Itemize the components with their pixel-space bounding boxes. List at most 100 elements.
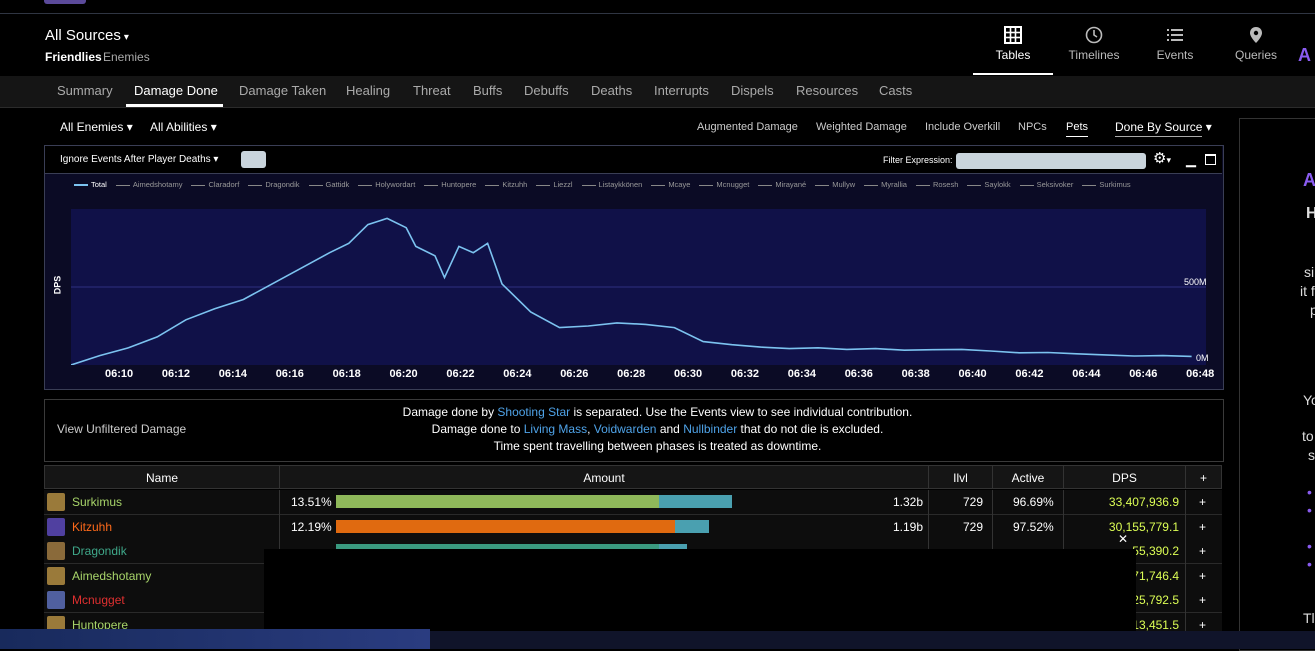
abilities-dropdown[interactable]: All Abilities ▾ [150, 120, 217, 134]
legend-item[interactable]: Liezzl [536, 178, 573, 191]
expand-row-button[interactable]: + [1199, 520, 1206, 534]
class-icon [47, 566, 65, 585]
expand-row-button[interactable]: + [1199, 569, 1206, 583]
tab-interrupts[interactable]: Interrupts [654, 83, 709, 98]
player-name[interactable]: Dragondik [72, 544, 127, 558]
tab-casts[interactable]: Casts [879, 83, 912, 98]
legend-item[interactable]: Mcaye [651, 178, 690, 191]
player-name[interactable]: Surkimus [72, 495, 122, 509]
tab-threat[interactable]: Threat [413, 83, 451, 98]
x-tick-label: 06:42 [1015, 368, 1044, 380]
filter-expression-label: Filter Expression: [883, 155, 953, 165]
table-row[interactable]: Kitzuhh 12.19% 1.19b 729 97.52% 30,155,779.1 + [44, 514, 1222, 540]
legend-item[interactable]: Kitzuhh [485, 178, 527, 191]
legend-item[interactable]: Holywordart [358, 178, 415, 191]
legend-item[interactable]: Claradorf [191, 178, 239, 191]
column-header-ilvl[interactable]: Ilvl [928, 465, 993, 489]
x-tick-label: 06:36 [844, 368, 873, 380]
tab-resources[interactable]: Resources [796, 83, 858, 98]
side-panel-text: Tl [1303, 610, 1315, 626]
legend-label: Dragondik [265, 180, 300, 189]
tab-damage-taken[interactable]: Damage Taken [239, 83, 326, 98]
player-name[interactable]: Mcnugget [72, 593, 125, 607]
dps-plot[interactable] [71, 209, 1206, 365]
abilities-dropdown-label: All Abilities [150, 120, 208, 134]
friendlies-toggle[interactable]: Friendlies [45, 50, 102, 64]
legend-label: Claradorf [208, 180, 240, 189]
legend-swatch [1019, 184, 1034, 186]
nav-events[interactable]: Events [1135, 14, 1215, 74]
legend-item[interactable]: Dragondik [248, 178, 300, 191]
legend-item[interactable]: Mcnugget [699, 178, 749, 191]
legend-item[interactable]: Aimedshotamy [115, 178, 182, 191]
option-weighted-damage[interactable]: Weighted Damage [816, 121, 907, 133]
column-header-name[interactable]: Name [44, 465, 280, 489]
minimize-icon[interactable]: ▁ [1186, 152, 1196, 168]
expand-row-button[interactable]: + [1199, 495, 1206, 509]
brand-logo-icon[interactable]: A [1298, 45, 1311, 66]
filter-expression-input[interactable] [956, 153, 1146, 169]
column-header-amount[interactable]: Amount [279, 465, 929, 489]
npc-link[interactable]: Voidwarden [594, 422, 657, 436]
pet-amount-bar [659, 495, 732, 508]
expand-row-button[interactable]: + [1199, 544, 1206, 558]
tab-buffs[interactable]: Buffs [473, 83, 502, 98]
nav-timelines[interactable]: Timelines [1054, 14, 1134, 74]
column-header-active[interactable]: Active [992, 465, 1064, 489]
side-panel [1239, 118, 1315, 651]
tab-dispels[interactable]: Dispels [731, 83, 774, 98]
x-tick-label: 06:46 [1129, 368, 1158, 380]
tab-summary[interactable]: Summary [57, 83, 113, 98]
player-name[interactable]: Aimedshotamy [72, 569, 151, 583]
legend-item[interactable]: Surkimus [1082, 178, 1131, 191]
notice-text: that do not die is excluded. [737, 422, 884, 436]
legend-item[interactable]: Myrallia [864, 178, 907, 191]
amount-bar [336, 519, 675, 533]
ignore-deaths-dropdown[interactable]: Ignore Events After Player Deaths ▾ [60, 154, 218, 165]
legend-item[interactable]: Seksivoker [1019, 178, 1073, 191]
legend-item[interactable]: Mirayané [758, 178, 806, 191]
legend-label: Listaykkönen [598, 180, 643, 189]
table-row[interactable]: Surkimus 13.51% 1.32b 729 96.69% 33,407,936.9… [44, 490, 1222, 515]
site-logo[interactable] [44, 0, 86, 4]
x-tick-label: 06:18 [332, 368, 361, 380]
legend-item[interactable]: Total [74, 178, 107, 191]
legend-item[interactable]: Saylokk [967, 178, 1011, 191]
tab-healing[interactable]: Healing [346, 83, 390, 98]
legend-item[interactable]: Gattidk [308, 178, 349, 191]
class-icon [47, 591, 65, 610]
column-header-dps[interactable]: DPS [1063, 465, 1186, 489]
close-icon[interactable]: ✕ [1118, 532, 1128, 546]
nav-tables[interactable]: Tables [973, 14, 1053, 75]
tab-damage-done[interactable]: Damage Done [134, 83, 218, 98]
done-by-dropdown-label: Done By Source [1115, 120, 1203, 137]
add-column-button[interactable]: + [1185, 465, 1222, 489]
legend-item[interactable]: Mullyw [815, 178, 855, 191]
legend-item[interactable]: Huntopere [424, 178, 476, 191]
enemies-toggle[interactable]: Enemies [103, 50, 150, 64]
maximize-icon[interactable] [1205, 154, 1216, 165]
gear-icon[interactable]: ⚙▾ [1153, 149, 1171, 167]
nav-queries[interactable]: Queries [1216, 14, 1296, 74]
option-include-overkill[interactable]: Include Overkill [925, 121, 1000, 133]
nav-tables-label: Tables [995, 48, 1031, 62]
tab-deaths[interactable]: Deaths [591, 83, 632, 98]
player-name[interactable]: Kitzuhh [72, 520, 112, 534]
legend-label: Holywordart [375, 180, 416, 189]
option-npcs[interactable]: NPCs [1018, 121, 1047, 133]
enemies-dropdown[interactable]: All Enemies ▾ [60, 120, 133, 134]
expand-row-button[interactable]: + [1199, 593, 1206, 607]
source-selector[interactable]: All Sources ▾ [45, 27, 129, 44]
expand-row-button[interactable]: + [1199, 618, 1206, 632]
legend-swatch [74, 184, 88, 187]
ignore-deaths-toggle[interactable] [241, 151, 266, 168]
option-pets[interactable]: Pets [1066, 121, 1089, 137]
legend-item[interactable]: Rosesh [915, 178, 958, 191]
ability-link[interactable]: Shooting Star [497, 405, 570, 419]
legend-item[interactable]: Listaykkönen [581, 178, 643, 191]
done-by-dropdown[interactable]: Done By Source ▾ [1115, 120, 1212, 137]
tab-debuffs[interactable]: Debuffs [524, 83, 569, 98]
option-augmented-damage[interactable]: Augmented Damage [697, 121, 798, 133]
npc-link[interactable]: Living Mass [524, 422, 587, 436]
npc-link[interactable]: Nullbinder [683, 422, 737, 436]
